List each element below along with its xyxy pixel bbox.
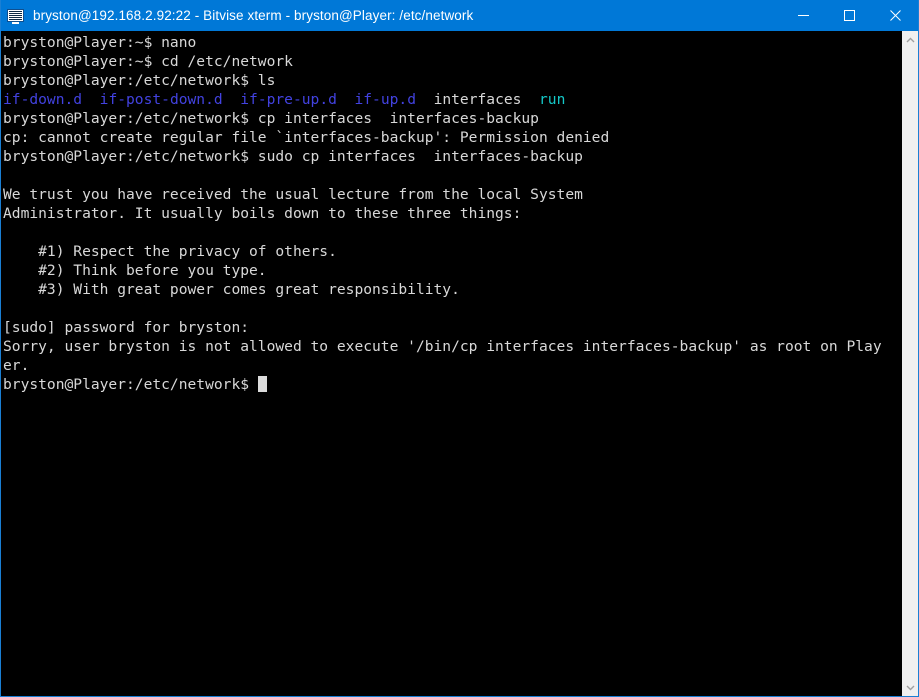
maximize-icon	[843, 10, 855, 21]
terminal-text: #2) Think before you type.	[3, 262, 267, 279]
terminal-line: #3) With great power comes great respons…	[3, 280, 901, 299]
scrollbar-track[interactable]	[902, 48, 919, 679]
terminal-line: bryston@Player:~$ cd /etc/network	[3, 52, 901, 71]
terminal-text: bryston@Player:~$ cd /etc/network	[3, 53, 293, 70]
terminal-text: [sudo] password for bryston:	[3, 319, 250, 336]
window-title: bryston@192.168.2.92:22 - Bitvise xterm …	[33, 8, 474, 23]
maximize-button[interactable]	[826, 0, 872, 31]
terminal-line: bryston@Player:~$ nano	[3, 33, 901, 52]
minimize-button[interactable]	[780, 0, 826, 31]
terminal-text: if-down.d	[3, 91, 83, 108]
terminal-line: er.	[3, 356, 901, 375]
title-bar[interactable]: bryston@192.168.2.92:22 - Bitvise xterm …	[1, 0, 918, 31]
terminal-text: if-post-down.d	[99, 91, 223, 108]
terminal-line: Administrator. It usually boils down to …	[3, 204, 901, 223]
terminal-text: bryston@Player:/etc/network$ ls	[3, 72, 276, 89]
terminal-line: bryston@Player:/etc/network$ ls	[3, 71, 901, 90]
terminal-text: bryston@Player:/etc/network$ cp interfac…	[3, 110, 539, 127]
terminal-line: if-down.d if-post-down.d if-pre-up.d if-…	[3, 90, 901, 109]
terminal-text: run	[539, 91, 566, 108]
terminal-text: bryston@Player:~$ nano	[3, 34, 197, 51]
terminal-text: #3) With great power comes great respons…	[3, 281, 460, 298]
terminal-line: [sudo] password for bryston:	[3, 318, 901, 337]
terminal-text: We trust you have received the usual lec…	[3, 186, 583, 203]
terminal-text: er.	[3, 357, 30, 374]
terminal-text: interfaces	[416, 91, 540, 108]
terminal-text: if-up.d	[354, 91, 416, 108]
window-controls	[780, 0, 918, 31]
terminal-text: Administrator. It usually boils down to …	[3, 205, 522, 222]
terminal-text: cp: cannot create regular file `interfac…	[3, 129, 610, 146]
terminal-body: bryston@Player:~$ nano bryston@Player:~$ …	[1, 31, 918, 696]
chevron-down-icon	[906, 685, 914, 690]
terminal-line: #2) Think before you type.	[3, 261, 901, 280]
terminal-text: #1) Respect the privacy of others.	[3, 243, 337, 260]
terminal-line	[3, 223, 901, 242]
terminal-line: #1) Respect the privacy of others.	[3, 242, 901, 261]
terminal-scrollbar[interactable]	[901, 31, 918, 696]
terminal-line: bryston@Player:/etc/network$ cp interfac…	[3, 109, 901, 128]
minimize-icon	[797, 15, 809, 16]
terminal-line: cp: cannot create regular file `interfac…	[3, 128, 901, 147]
terminal-window: bryston@192.168.2.92:22 - Bitvise xterm …	[0, 0, 919, 697]
terminal-line: bryston@Player:/etc/network$ sudo cp int…	[3, 147, 901, 166]
terminal-line: Sorry, user bryston is not allowed to ex…	[3, 337, 901, 356]
terminal-cursor	[257, 376, 267, 392]
terminal-line	[3, 166, 901, 185]
scrollbar-up-button[interactable]	[902, 31, 919, 48]
terminal-text: bryston@Player:/etc/network$ sudo cp int…	[3, 148, 583, 165]
terminal-line	[3, 299, 901, 318]
terminal-text: if-pre-up.d	[240, 91, 337, 108]
terminal-line: We trust you have received the usual lec…	[3, 185, 901, 204]
terminal-line: bryston@Player:/etc/network$	[3, 375, 901, 394]
terminal-text: Sorry, user bryston is not allowed to ex…	[3, 338, 882, 355]
close-button[interactable]	[872, 0, 918, 31]
terminal-text: bryston@Player:/etc/network$	[3, 376, 258, 393]
close-icon	[889, 10, 901, 21]
scrollbar-down-button[interactable]	[902, 679, 919, 696]
chevron-up-icon	[906, 37, 914, 42]
terminal-output[interactable]: bryston@Player:~$ nano bryston@Player:~$ …	[1, 31, 901, 696]
terminal-monitor-icon	[7, 8, 25, 24]
